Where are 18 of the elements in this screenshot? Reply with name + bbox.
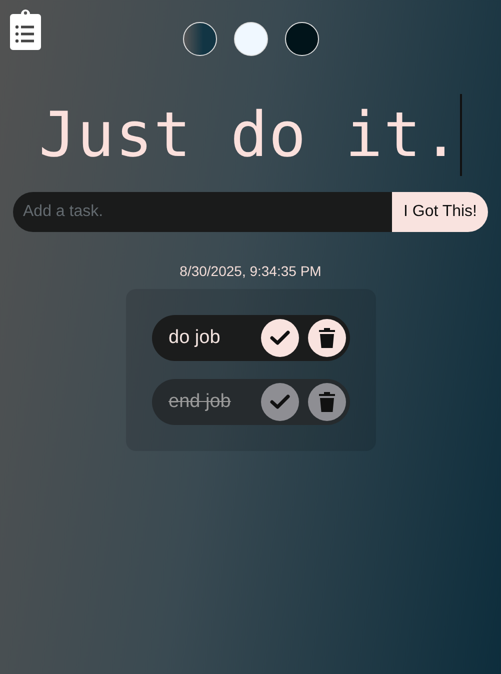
theme-button[interactable] bbox=[182, 22, 216, 56]
complete-button[interactable] bbox=[260, 383, 298, 421]
theme-button[interactable] bbox=[234, 22, 268, 56]
add-task-button[interactable]: I Got This! bbox=[392, 192, 488, 232]
trash-icon bbox=[318, 392, 334, 412]
task-text: do job bbox=[168, 327, 222, 349]
date-time: 8/30/2025, 9:34:35 PM bbox=[180, 263, 322, 279]
clipboard-list-icon[interactable] bbox=[10, 8, 41, 50]
theme-button[interactable] bbox=[284, 22, 318, 56]
trash-icon bbox=[318, 328, 334, 348]
task-text: end job bbox=[168, 391, 232, 413]
delete-button[interactable] bbox=[308, 383, 346, 421]
check-icon bbox=[270, 394, 290, 410]
check-icon bbox=[270, 330, 290, 346]
app-title: Just do it. bbox=[38, 94, 462, 176]
complete-button[interactable] bbox=[260, 319, 298, 357]
delete-button[interactable] bbox=[308, 319, 346, 357]
task-input[interactable]: Add a task. bbox=[13, 192, 392, 232]
